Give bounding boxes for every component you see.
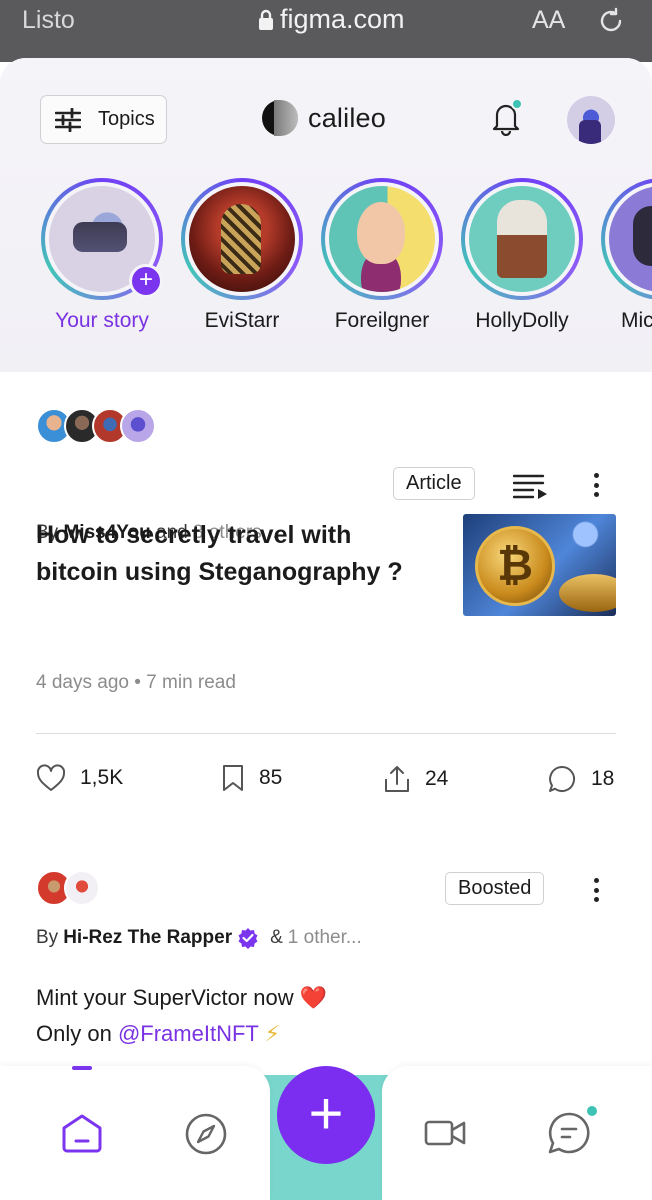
story-name: Mic xyxy=(621,309,652,332)
story-name: EviStarr xyxy=(204,309,280,332)
app-logo[interactable]: calileo xyxy=(262,100,386,136)
verified-badge-icon xyxy=(238,928,258,949)
app-sheet: Topics calileo + Your story EviStarr For xyxy=(0,58,652,1200)
story-ring xyxy=(601,178,652,300)
post-thumbnail[interactable]: ₿ xyxy=(463,514,616,616)
boosted-tag[interactable]: Boosted xyxy=(445,872,545,905)
avatar xyxy=(120,408,156,444)
comment-icon xyxy=(549,765,576,792)
article-tag[interactable]: Article xyxy=(393,467,475,500)
heart-emoji: ❤️ xyxy=(299,985,328,1010)
story-avatar xyxy=(189,186,295,292)
comment-count: 18 xyxy=(591,767,615,790)
browser-url-field[interactable]: figma.com xyxy=(258,4,405,35)
bookmark-count: 85 xyxy=(259,766,283,789)
chat-notification-dot xyxy=(585,1104,599,1118)
bookmark-button[interactable]: 85 xyxy=(221,764,282,792)
logo-mark-icon xyxy=(262,100,298,136)
plus-icon: + xyxy=(308,1080,344,1147)
and-text: & xyxy=(270,927,283,948)
logo-text: calileo xyxy=(308,102,386,133)
post-line-2-prefix: Only on xyxy=(36,1021,112,1046)
text-size-button[interactable]: AA xyxy=(532,6,565,35)
post-line-1-text: Mint your SuperVictor now xyxy=(36,985,294,1010)
post-line-1: Mint your SuperVictor now ❤️ xyxy=(36,980,327,1016)
story-ring xyxy=(461,178,583,300)
post-line-2: Only on @FrameItNFT ⚡ xyxy=(36,1016,327,1052)
reload-icon[interactable] xyxy=(596,6,626,36)
share-count: 24 xyxy=(425,767,449,790)
like-count: 1,5K xyxy=(80,766,124,789)
browser-done-button[interactable]: Listo xyxy=(22,6,75,35)
post-authors-avatars[interactable] xyxy=(36,408,156,444)
story-name: Your story xyxy=(55,309,149,332)
lightning-emoji: ⚡ xyxy=(264,1021,281,1046)
post-meta: 4 days ago • 7 min read xyxy=(36,672,236,693)
post-title[interactable]: How to secretly travel with bitcoin usin… xyxy=(36,517,436,591)
bitcoin-icon: ₿ xyxy=(475,526,555,606)
post-byline: By Hi-Rez The Rapper & 1 other... xyxy=(36,927,362,949)
active-tab-indicator xyxy=(72,1066,92,1070)
post-authors-avatars[interactable] xyxy=(36,870,100,906)
stories-row: + Your story EviStarr Foreilgner HollyDo… xyxy=(0,178,652,348)
compass-icon[interactable] xyxy=(184,1112,228,1156)
more-options-button[interactable] xyxy=(586,875,606,905)
more-options-button[interactable] xyxy=(586,470,606,500)
topics-button[interactable]: Topics xyxy=(40,95,167,144)
heart-icon xyxy=(36,764,66,791)
playlist-icon[interactable] xyxy=(513,472,549,500)
lock-icon xyxy=(259,9,273,30)
story-ring xyxy=(321,178,443,300)
story-ring xyxy=(181,178,303,300)
filter-sliders-icon xyxy=(55,107,81,132)
add-story-icon[interactable]: + xyxy=(129,264,163,298)
notifications-button[interactable] xyxy=(489,98,523,141)
nav-right-panel xyxy=(382,1066,652,1200)
story-avatar xyxy=(609,186,652,292)
like-button[interactable]: 1,5K xyxy=(36,764,123,792)
bookmark-icon xyxy=(223,765,243,791)
home-icon[interactable] xyxy=(60,1112,104,1154)
share-button[interactable]: 24 xyxy=(383,764,448,794)
top-area: Topics calileo + Your story EviStarr For xyxy=(0,58,652,372)
notification-dot xyxy=(511,98,523,110)
author-link[interactable]: Hi-Rez The Rapper xyxy=(63,927,232,949)
avatar xyxy=(64,870,100,906)
story-avatar xyxy=(329,186,435,292)
browser-url-text: figma.com xyxy=(280,4,405,34)
story-name: HollyDolly xyxy=(475,309,569,332)
others-link[interactable]: 1 other... xyxy=(288,927,362,949)
story-name: Foreilgner xyxy=(334,309,430,332)
chat-icon[interactable] xyxy=(546,1110,592,1156)
comment-button[interactable]: 18 xyxy=(547,764,614,794)
nav-left-panel xyxy=(0,1066,270,1200)
topics-label: Topics xyxy=(98,108,155,130)
divider xyxy=(36,733,616,734)
create-post-button[interactable]: + xyxy=(277,1066,375,1164)
share-icon xyxy=(385,766,409,792)
story-avatar xyxy=(469,186,575,292)
mention-link[interactable]: @FrameItNFT xyxy=(118,1021,259,1046)
by-prefix: By xyxy=(36,927,59,948)
post-body[interactable]: Mint your SuperVictor now ❤️ Only on @Fr… xyxy=(36,980,327,1052)
browser-bar: Listo figma.com AA xyxy=(0,0,652,62)
video-icon[interactable] xyxy=(424,1118,466,1148)
profile-avatar[interactable] xyxy=(567,96,615,144)
